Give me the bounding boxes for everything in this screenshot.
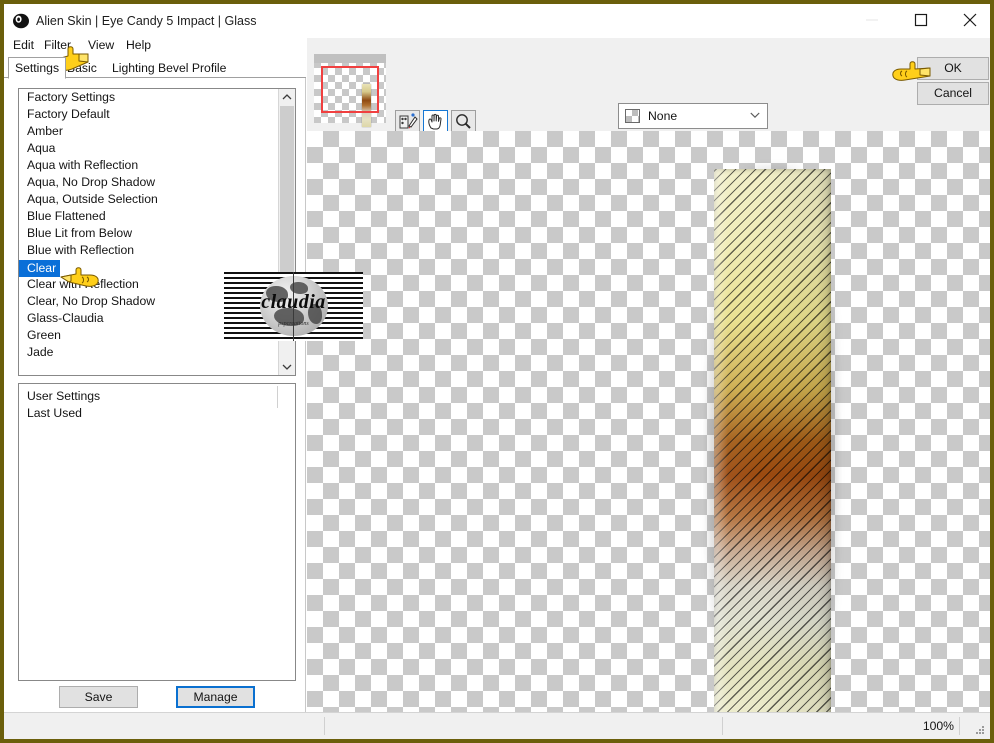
cancel-button[interactable]: Cancel (917, 82, 989, 105)
menu-item-help[interactable]: Help (126, 37, 151, 53)
divider (277, 386, 278, 408)
application-window: Alien Skin | Eye Candy 5 Impact | Glass … (0, 0, 994, 743)
settings-panel: Factory Settings Factory Default Amber A… (4, 78, 306, 712)
status-separator (722, 717, 723, 735)
chevron-down-icon[interactable] (750, 112, 760, 119)
zoom-level: 100% (922, 719, 954, 733)
preview-toolbar: Preview Background: None (307, 38, 990, 156)
list-item[interactable]: Blue Flattened (19, 208, 279, 225)
list-item[interactable]: Amber (19, 123, 279, 140)
list-item[interactable]: Aqua (19, 140, 279, 157)
resize-grip-icon[interactable] (974, 724, 986, 736)
tab-settings[interactable]: Settings (8, 57, 67, 79)
list-item[interactable]: Aqua, Outside Selection (19, 191, 279, 208)
list-item[interactable]: Factory Settings (19, 89, 279, 106)
status-separator (959, 717, 960, 735)
list-item[interactable]: Factory Default (19, 106, 279, 123)
alien-skin-logo-icon (12, 12, 30, 30)
user-list-item[interactable]: User Settings (19, 388, 295, 405)
close-button[interactable] (947, 4, 993, 34)
claudia-watermark: claudia pspcreations (224, 272, 363, 341)
menu-item-edit[interactable]: Edit (13, 37, 34, 53)
menu-item-view[interactable]: View (88, 37, 114, 53)
list-item[interactable]: Jade (19, 344, 279, 361)
thumbnail-top-strip (314, 54, 386, 63)
title-bar: Alien Skin | Eye Candy 5 Impact | Glass (4, 4, 990, 38)
watermark-subtext: pspcreations (278, 321, 309, 327)
maximize-button[interactable] (898, 4, 944, 34)
thumbnail-crop-marker[interactable] (321, 66, 379, 113)
list-item[interactable]: Aqua, No Drop Shadow (19, 174, 279, 191)
status-bar: 100% (4, 712, 990, 739)
minimize-button[interactable] (849, 4, 895, 34)
list-item[interactable]: Aqua with Reflection (19, 157, 279, 174)
preview-canvas[interactable] (307, 131, 990, 712)
window-inner: Alien Skin | Eye Candy 5 Impact | Glass … (4, 4, 990, 739)
user-settings-listbox[interactable]: User Settings Last Used (18, 383, 296, 681)
glass-effect-object (706, 165, 839, 712)
chevron-down-icon[interactable] (279, 358, 295, 375)
save-button[interactable]: Save (59, 686, 138, 708)
tab-bevel-profile[interactable]: Bevel Profile (152, 58, 232, 78)
watermark-text: claudia (261, 291, 326, 313)
user-list-item[interactable]: Last Used (19, 405, 295, 422)
list-item[interactable]: Blue with Reflection (19, 242, 279, 259)
menu-item-filter[interactable]: Filter (44, 37, 71, 53)
window-title: Alien Skin | Eye Candy 5 Impact | Glass (36, 14, 257, 28)
preview-background-value: None (648, 109, 678, 123)
status-separator (324, 717, 325, 735)
manage-button[interactable]: Manage (176, 686, 255, 708)
ok-button[interactable]: OK (917, 57, 989, 80)
preview-background-select[interactable]: None (618, 103, 768, 129)
checkerboard-swatch-icon (625, 109, 640, 123)
glass-highlight (714, 169, 831, 712)
tab-strip: Settings Basic Lighting Bevel Profile (4, 56, 304, 79)
tab-basic[interactable]: Basic (61, 58, 103, 78)
list-item[interactable]: Blue Lit from Below (19, 225, 279, 242)
preview-area: Preview Background: None (307, 38, 990, 712)
chevron-up-icon[interactable] (279, 89, 295, 106)
